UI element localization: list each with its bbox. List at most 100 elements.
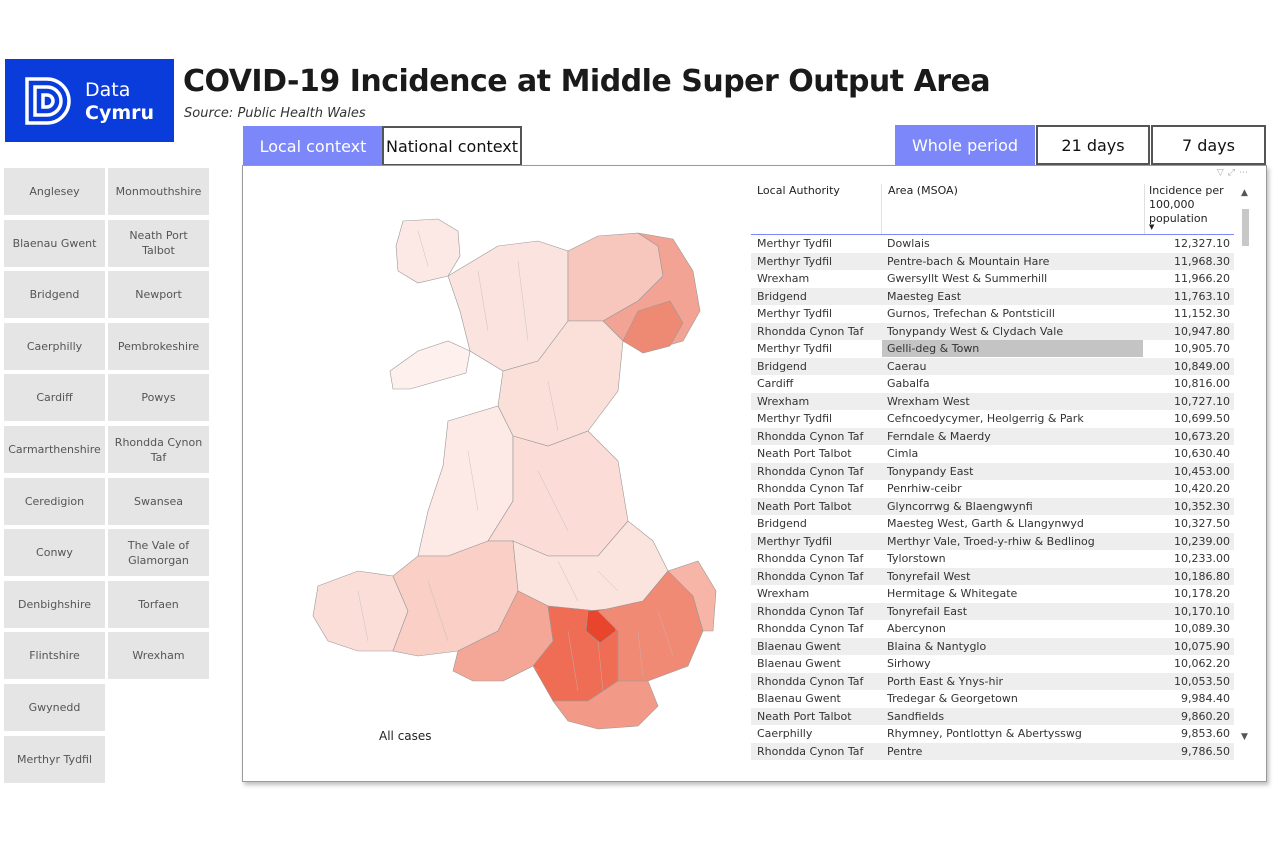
more-options-icon[interactable]: ⋯: [1239, 168, 1252, 178]
cell-incidence: 11,763.10: [1174, 289, 1230, 303]
table-row[interactable]: Rhondda Cynon Taf Pentre 9,786.50: [751, 742, 1234, 760]
table-row[interactable]: Cardiff Gabalfa 10,816.00: [751, 375, 1234, 393]
table-row[interactable]: Merthyr Tydfil Pentre-bach & Mountain Har…: [751, 252, 1234, 270]
table-row[interactable]: Rhondda Cynon Taf Tylorstown 10,233.00: [751, 550, 1234, 568]
visual-header-icons[interactable]: ▽⤢⋯: [1217, 168, 1252, 178]
cell-authority: Bridgend: [757, 359, 807, 373]
cell-incidence: 10,233.00: [1174, 552, 1230, 565]
authority-button-merthyr-tydfil[interactable]: Merthyr Tydfil: [4, 735, 105, 783]
table-row[interactable]: Wrexham Gwersyllt West & Summerhill 11,966…: [751, 270, 1234, 288]
table-row[interactable]: Rhondda Cynon Taf Ferndale & Maerdy 10,673…: [751, 427, 1234, 445]
authority-button-neath-port-talbot[interactable]: Neath Port Talbot: [108, 219, 209, 267]
authority-button-monmouthshire[interactable]: Monmouthshire: [108, 168, 209, 215]
authority-button-denbighshire[interactable]: Denbighshire: [4, 580, 105, 628]
authority-button-anglesey[interactable]: Anglesey: [4, 168, 105, 215]
table-row[interactable]: Neath Port Talbot Sandfields 9,860.20: [751, 707, 1234, 725]
authority-button-pembrokeshire[interactable]: Pembrokeshire: [108, 322, 209, 370]
cell-incidence: 9,786.50: [1181, 744, 1230, 758]
cell-incidence: 9,853.60: [1181, 727, 1230, 740]
authority-button-wrexham[interactable]: Wrexham: [108, 632, 209, 680]
tab-21-days[interactable]: 21 days: [1036, 125, 1150, 165]
table-row[interactable]: Rhondda Cynon Taf Tonyrefail East 10,170.1…: [751, 602, 1234, 620]
table-row[interactable]: Rhondda Cynon Taf Abercynon 10,089.30: [751, 620, 1234, 638]
cell-authority: Blaenau Gwent: [757, 692, 841, 705]
column-header-authority[interactable]: Local Authority: [757, 184, 840, 197]
table-row[interactable]: Blaenau Gwent Tredegar & Georgetown 9,984.…: [751, 690, 1234, 708]
tab-national-context[interactable]: National context: [382, 126, 522, 166]
cell-authority: Rhondda Cynon Taf: [757, 482, 864, 495]
cell-area: Penrhiw-ceibr: [887, 482, 962, 495]
cell-authority: Neath Port Talbot: [757, 499, 852, 513]
table-row[interactable]: Rhondda Cynon Taf Tonypandy East 10,453.00: [751, 462, 1234, 480]
scroll-up-icon[interactable]: ▲: [1241, 188, 1248, 198]
cell-area: Gwersyllt West & Summerhill: [887, 272, 1048, 285]
cell-incidence: 10,816.00: [1174, 377, 1230, 390]
authority-button-powys[interactable]: Powys: [108, 374, 209, 422]
cell-area: Glyncorrwg & Blaengwynfi: [887, 499, 1033, 513]
authority-button-torfaen[interactable]: Torfaen: [108, 580, 209, 628]
scroll-thumb[interactable]: [1242, 209, 1249, 246]
cell-authority: Bridgend: [757, 289, 807, 303]
table-row[interactable]: Neath Port Talbot Glyncorrwg & Blaengwynf…: [751, 497, 1234, 515]
authority-button-the-vale-of-glamorgan[interactable]: The Vale of Glamorgan: [108, 529, 209, 577]
table-row[interactable]: Bridgend Maesteg West, Garth & Llangynwyd…: [751, 515, 1234, 533]
table-row[interactable]: Merthyr Tydfil Merthyr Vale, Troed-y-rhiw…: [751, 532, 1234, 550]
table-row[interactable]: Rhondda Cynon Taf Tonypandy West & Clydac…: [751, 322, 1234, 340]
authority-button-flintshire[interactable]: Flintshire: [4, 632, 105, 680]
cell-area: Cimla: [887, 447, 919, 460]
table-scrollbar[interactable]: ▲ ▼: [1240, 180, 1252, 750]
table-row[interactable]: Rhondda Cynon Taf Tonyrefail West 10,186.8…: [751, 567, 1234, 585]
authority-button-caerphilly[interactable]: Caerphilly: [4, 322, 105, 370]
table-row[interactable]: Wrexham Wrexham West 10,727.10: [751, 392, 1234, 410]
table-row[interactable]: Blaenau Gwent Blaina & Nantyglo 10,075.90: [751, 637, 1234, 655]
cell-area: Sirhowy: [887, 657, 931, 670]
table-body: Merthyr Tydfil Dowlais 12,327.10 Merthyr Ty…: [751, 235, 1234, 760]
table-row[interactable]: Merthyr Tydfil Gelli-deg & Town 10,905.70: [751, 340, 1234, 358]
table-row[interactable]: Neath Port Talbot Cimla 10,630.40: [751, 445, 1234, 463]
cell-incidence: 11,968.30: [1174, 254, 1230, 268]
column-header-incidence[interactable]: Incidence per 100,000 population: [1144, 184, 1226, 234]
authority-button-newport[interactable]: Newport: [108, 271, 209, 319]
scroll-down-icon[interactable]: ▼: [1241, 732, 1248, 742]
filter-icon[interactable]: ▽: [1217, 168, 1228, 178]
cell-incidence: 10,178.20: [1174, 587, 1230, 600]
cell-authority: Merthyr Tydfil: [757, 307, 833, 320]
authority-button-ceredigion[interactable]: Ceredigion: [4, 477, 105, 525]
authority-button-carmarthenshire[interactable]: Carmarthenshire: [4, 426, 105, 473]
column-header-area[interactable]: Area (MSOA): [881, 184, 958, 234]
table-row[interactable]: Merthyr Tydfil Gurnos, Trefechan & Pontst…: [751, 305, 1234, 323]
cell-area: Tredegar & Georgetown: [887, 692, 1018, 705]
cell-incidence: 10,062.20: [1174, 657, 1230, 670]
authority-button-cardiff[interactable]: Cardiff: [4, 374, 105, 422]
cell-authority: Rhondda Cynon Taf: [757, 569, 864, 583]
focus-mode-icon[interactable]: ⤢: [1228, 168, 1239, 178]
authority-button-gwynedd[interactable]: Gwynedd: [4, 684, 105, 731]
table-row[interactable]: Rhondda Cynon Taf Penrhiw-ceibr 10,420.20: [751, 480, 1234, 498]
cell-area: Maesteg East: [887, 289, 962, 303]
tab-whole-period[interactable]: Whole period: [895, 125, 1035, 165]
table-row[interactable]: Bridgend Caerau 10,849.00: [751, 357, 1234, 375]
cell-authority: Merthyr Tydfil: [757, 534, 833, 548]
authority-button-swansea[interactable]: Swansea: [108, 477, 209, 525]
cell-incidence: 12,327.10: [1174, 237, 1230, 250]
authority-button-rhondda-cynon-taf[interactable]: Rhondda Cynon Taf: [108, 426, 209, 473]
table-row[interactable]: Caerphilly Rhymney, Pontlottyn & Abertyss…: [751, 725, 1234, 743]
tab-7-days[interactable]: 7 days: [1151, 125, 1266, 165]
authority-button-conwy[interactable]: Conwy: [4, 529, 105, 577]
cell-area: Dowlais: [887, 237, 930, 250]
authority-button-bridgend[interactable]: Bridgend: [4, 271, 105, 319]
table-row[interactable]: Rhondda Cynon Taf Porth East & Ynys-hir 10…: [751, 672, 1234, 690]
tab-local-context[interactable]: Local context: [243, 126, 383, 166]
wales-msoa-map[interactable]: [298, 211, 718, 731]
authority-button-blaenau-gwent[interactable]: Blaenau Gwent: [4, 219, 105, 267]
table-row[interactable]: Bridgend Maesteg East 11,763.10: [751, 287, 1234, 305]
table-row[interactable]: Blaenau Gwent Sirhowy 10,062.20: [751, 655, 1234, 673]
incidence-table: Local Authority Area (MSOA) Incidence pe…: [751, 180, 1234, 760]
page-source: Source: Public Health Wales: [184, 106, 366, 121]
table-row[interactable]: Merthyr Tydfil Cefncoedycymer, Heolgerrig…: [751, 410, 1234, 428]
cell-authority: Rhondda Cynon Taf: [757, 674, 864, 688]
table-row[interactable]: Merthyr Tydfil Dowlais 12,327.10: [751, 235, 1234, 253]
cell-authority: Blaenau Gwent: [757, 639, 841, 653]
sort-descending-icon[interactable]: ▼: [1149, 223, 1154, 231]
table-row[interactable]: Wrexham Hermitage & Whitegate 10,178.20: [751, 585, 1234, 603]
